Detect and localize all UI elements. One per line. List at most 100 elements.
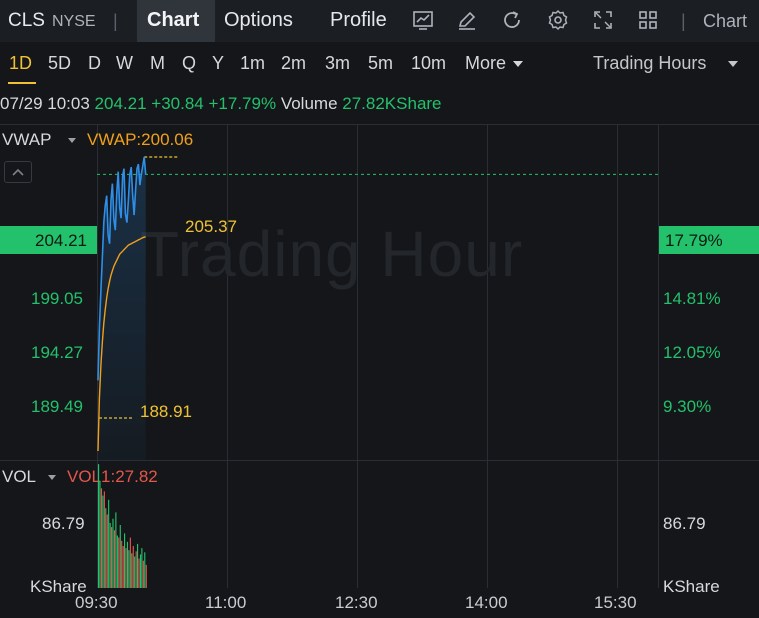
volume-bar <box>102 495 104 588</box>
period-5m[interactable]: 5m <box>368 53 393 74</box>
quote-datetime: 07/29 10:03 <box>0 94 90 113</box>
period-w[interactable]: W <box>116 53 133 74</box>
volume-bar <box>122 546 124 588</box>
period-m[interactable]: M <box>150 53 165 74</box>
volume-bar <box>108 499 110 588</box>
line-chart-icon[interactable] <box>411 8 435 32</box>
period-3m[interactable]: 3m <box>325 53 350 74</box>
collapse-indicator-button[interactable] <box>4 161 32 183</box>
current-pct-tag-text: 17.79% <box>665 231 723 250</box>
volume-bar <box>142 560 144 588</box>
chevron-up-icon <box>12 168 24 176</box>
volume-bar <box>99 480 101 588</box>
volume-bar <box>103 491 105 588</box>
exchange-label: NYSE <box>52 13 96 30</box>
volume-bar <box>115 512 117 588</box>
period-5d[interactable]: 5D <box>48 53 71 74</box>
volume-bar <box>137 543 139 588</box>
period-q[interactable]: Q <box>182 53 196 74</box>
volume-bar <box>134 556 136 588</box>
x-tick: 15:30 <box>594 593 637 612</box>
quote-change: +30.84 <box>151 94 204 113</box>
volume-bar <box>138 558 140 588</box>
volume-bar <box>131 553 133 588</box>
volume-bar <box>128 550 130 588</box>
active-period-indicator <box>8 82 36 84</box>
grid-line <box>658 124 659 588</box>
y-tick-right: 12.05% <box>663 343 721 362</box>
panel-divider <box>0 460 759 461</box>
quote-change-pct: +17.79% <box>208 94 277 113</box>
volume-bar <box>109 522 111 588</box>
period-2m[interactable]: 2m <box>281 53 306 74</box>
volume-bar <box>139 554 142 588</box>
volume-bar <box>132 546 134 588</box>
volume-bar <box>119 525 121 588</box>
volume-indicator-name[interactable]: VOL <box>2 467 36 487</box>
low-price-label: 188.91 <box>140 402 192 421</box>
high-price-label: 205.37 <box>185 217 237 236</box>
period-1d[interactable]: 1D <box>9 53 32 74</box>
grid-layout-icon[interactable] <box>636 8 660 32</box>
volume-bar <box>98 464 100 588</box>
volume-bar <box>112 518 114 588</box>
volume-bar <box>141 548 143 588</box>
volume-unit-right: KShare <box>663 577 720 596</box>
more-dropdown-icon[interactable] <box>512 59 524 69</box>
y-tick-right: 14.81% <box>663 289 721 308</box>
volume-bar <box>121 540 123 588</box>
tab-options[interactable]: Options <box>224 9 293 32</box>
quote-price: 204.21 <box>94 94 147 113</box>
x-tick: 09:30 <box>75 593 118 612</box>
y-tick-left: 194.27 <box>31 343 83 362</box>
volume-bar <box>111 527 113 588</box>
fullscreen-icon[interactable] <box>591 8 615 32</box>
session-dropdown-icon[interactable] <box>727 59 739 69</box>
chart-type-selector[interactable]: Chart <box>703 11 759 32</box>
volume-bar <box>100 488 103 588</box>
period-more[interactable]: More <box>465 53 506 74</box>
volume-bar <box>113 530 116 588</box>
refresh-icon[interactable] <box>500 8 524 32</box>
current-price-tag-text: 204.21 <box>35 231 87 250</box>
settings-gear-icon[interactable] <box>546 8 570 32</box>
toolbar-separator: | <box>681 11 686 31</box>
volume-tick-left: 86.79 <box>42 514 85 533</box>
indicator-dropdown-icon[interactable] <box>67 137 77 145</box>
draw-pen-icon[interactable] <box>455 8 479 32</box>
y-tick-right: 9.30% <box>663 397 712 416</box>
x-tick: 14:00 <box>465 593 508 612</box>
tab-profile[interactable]: Profile <box>330 9 387 32</box>
tab-chart-label: Chart <box>147 9 200 31</box>
x-tick: 12:30 <box>335 593 378 612</box>
quote-summary: 07/29 10:03 204.21 +30.84 +17.79% Volume… <box>0 94 442 114</box>
period-1m[interactable]: 1m <box>240 53 265 74</box>
volume-bar <box>145 564 147 588</box>
volume-bar <box>125 548 127 588</box>
volume-bar <box>105 508 107 588</box>
period-y[interactable]: Y <box>212 53 224 74</box>
volume-bar <box>116 535 118 588</box>
toolbar-separator: | <box>113 11 118 31</box>
current-price-tag: 204.21 <box>0 226 97 254</box>
volume-bar <box>129 537 131 588</box>
period-d[interactable]: D <box>88 53 101 74</box>
indicator-name[interactable]: VWAP <box>2 130 51 150</box>
y-tick-left: 189.49 <box>31 397 83 416</box>
volume-bar <box>118 537 120 588</box>
y-tick-left: 199.05 <box>31 289 83 308</box>
volume-bar <box>144 552 146 588</box>
current-pct-tag: 17.79% <box>659 226 759 254</box>
volume-bar <box>106 514 108 588</box>
volume-chart[interactable] <box>97 462 658 588</box>
x-tick: 11:00 <box>205 593 247 612</box>
volume-dropdown-icon[interactable] <box>47 474 57 482</box>
ticker-symbol: CLS <box>8 10 45 31</box>
volume-bar <box>135 551 137 588</box>
tab-chart[interactable]: Chart <box>137 0 215 42</box>
volume-bar <box>126 541 129 588</box>
volume-bar <box>124 533 126 588</box>
period-10m[interactable]: 10m <box>411 53 446 74</box>
quote-volume-label: Volume <box>280 94 338 113</box>
session-selector[interactable]: Trading Hours <box>593 53 706 74</box>
